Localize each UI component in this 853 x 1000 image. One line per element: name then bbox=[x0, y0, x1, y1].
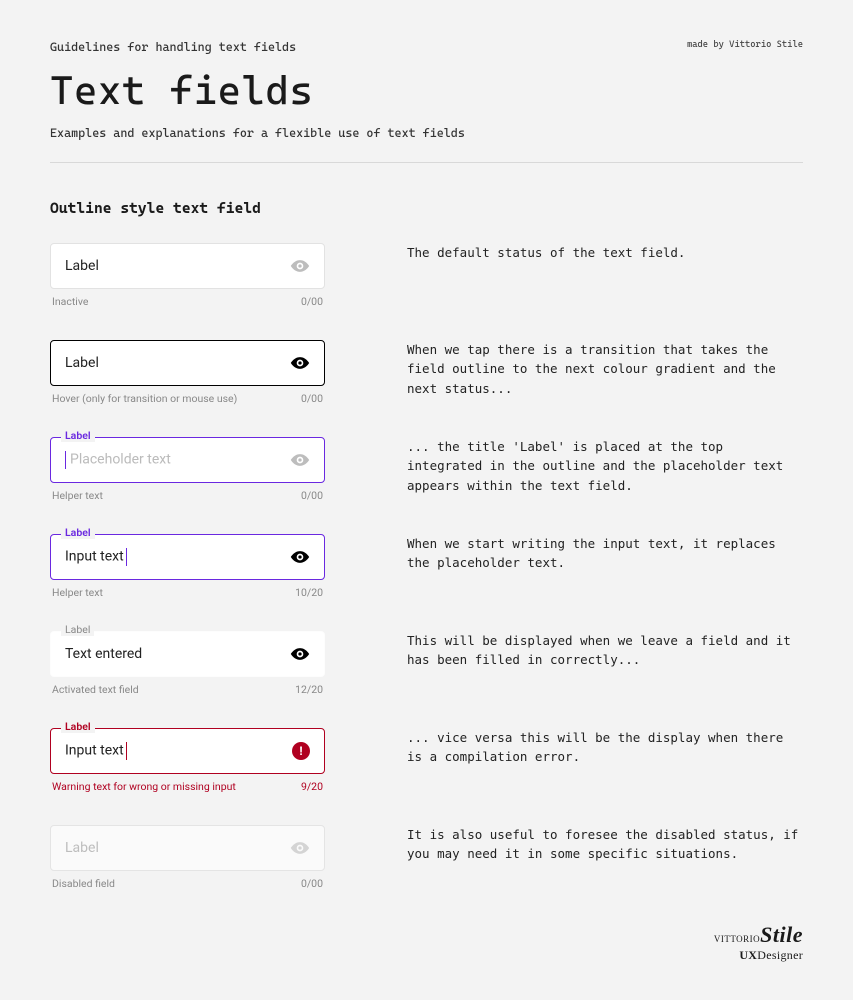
text-field: Label bbox=[50, 825, 325, 871]
char-counter: 9/20 bbox=[301, 780, 323, 793]
floating-label: Label bbox=[61, 722, 95, 733]
page-title: Text fields bbox=[50, 68, 803, 114]
helper-row: Warning text for wrong or missing input … bbox=[50, 780, 325, 793]
caret-icon bbox=[126, 548, 127, 566]
eye-icon[interactable] bbox=[290, 353, 310, 373]
helper-text: Inactive bbox=[52, 295, 88, 308]
state-description: It is also useful to foresee the disable… bbox=[407, 825, 803, 864]
eye-icon bbox=[290, 838, 310, 858]
field-inactive: Label Inactive 0/00 bbox=[50, 243, 325, 308]
state-description: This will be displayed when we leave a f… bbox=[407, 631, 803, 670]
logo-first: VITTORIO bbox=[714, 934, 760, 944]
helper-text: Helper text bbox=[52, 489, 103, 502]
text-field[interactable]: Label bbox=[50, 243, 325, 289]
helper-row: Disabled field 0/00 bbox=[50, 877, 325, 890]
field-input: Input text bbox=[65, 742, 127, 760]
text-field[interactable]: Label Text entered bbox=[50, 631, 325, 677]
state-description: ... vice versa this will be the display … bbox=[407, 728, 803, 767]
field-label: Label bbox=[65, 258, 99, 274]
char-counter: 0/00 bbox=[301, 489, 323, 502]
helper-row: Activated text field 12/20 bbox=[50, 683, 325, 696]
field-label: Label bbox=[65, 840, 99, 856]
eye-icon[interactable] bbox=[290, 450, 310, 470]
text-field[interactable]: Label Input text bbox=[50, 534, 325, 580]
field-disabled: Label Disabled field 0/00 bbox=[50, 825, 325, 890]
helper-text: Warning text for wrong or missing input bbox=[52, 780, 236, 793]
caret-icon bbox=[126, 742, 127, 760]
divider bbox=[50, 162, 803, 163]
floating-label: Label bbox=[61, 625, 94, 636]
char-counter: 0/00 bbox=[301, 877, 323, 890]
helper-text: Helper text bbox=[52, 586, 103, 599]
helper-text: Disabled field bbox=[52, 877, 115, 890]
state-description: When we start writing the input text, it… bbox=[407, 534, 803, 573]
logo-role-bold: UX bbox=[739, 948, 757, 962]
text-field[interactable]: Label bbox=[50, 340, 325, 386]
char-counter: 0/00 bbox=[301, 392, 323, 405]
state-description: When we tap there is a transition that t… bbox=[407, 340, 803, 398]
floating-label: Label bbox=[61, 431, 95, 442]
field-focus: Label Placeholder text Helper text 0/00 bbox=[50, 437, 325, 502]
field-label: Label bbox=[65, 355, 99, 371]
state-description: ... the title 'Label' is placed at the t… bbox=[407, 437, 803, 495]
helper-row: Helper text 10/20 bbox=[50, 586, 325, 599]
field-input: Text entered bbox=[65, 646, 142, 662]
state-description: The default status of the text field. bbox=[407, 243, 803, 262]
text-field[interactable]: Label Placeholder text bbox=[50, 437, 325, 483]
eye-icon[interactable] bbox=[290, 547, 310, 567]
eye-icon[interactable] bbox=[290, 256, 310, 276]
char-counter: 10/20 bbox=[295, 586, 323, 599]
helper-row: Inactive 0/00 bbox=[50, 295, 325, 308]
logo-role: Designer bbox=[757, 948, 803, 962]
caret-icon bbox=[65, 451, 66, 469]
credit-line: made by Vittorio Stile bbox=[687, 40, 803, 50]
page-subtitle: Examples and explanations for a flexible… bbox=[50, 126, 803, 140]
helper-text: Hover (only for transition or mouse use) bbox=[52, 392, 237, 405]
eye-icon[interactable] bbox=[290, 644, 310, 664]
char-counter: 0/00 bbox=[301, 295, 323, 308]
section-heading: Outline style text field bbox=[50, 199, 803, 217]
field-input: Placeholder text bbox=[65, 451, 171, 469]
field-activated: Label Text entered Activated text field … bbox=[50, 631, 325, 696]
text-field[interactable]: Label Input text ! bbox=[50, 728, 325, 774]
field-hover: Label Hover (only for transition or mous… bbox=[50, 340, 325, 405]
floating-label: Label bbox=[61, 528, 95, 539]
error-icon: ! bbox=[292, 742, 310, 760]
field-input: Input text bbox=[65, 548, 127, 566]
helper-row: Hover (only for transition or mouse use)… bbox=[50, 392, 325, 405]
eyebrow: Guidelines for handling text fields bbox=[50, 40, 296, 54]
char-counter: 12/20 bbox=[295, 683, 323, 696]
author-logo: VITTORIOStile UXDesigner bbox=[50, 922, 803, 963]
field-error: Label Input text ! Warning text for wron… bbox=[50, 728, 325, 793]
helper-row: Helper text 0/00 bbox=[50, 489, 325, 502]
helper-text: Activated text field bbox=[52, 683, 139, 696]
logo-last: Stile bbox=[760, 922, 803, 947]
field-focus-fill: Label Input text Helper text 10/20 bbox=[50, 534, 325, 599]
